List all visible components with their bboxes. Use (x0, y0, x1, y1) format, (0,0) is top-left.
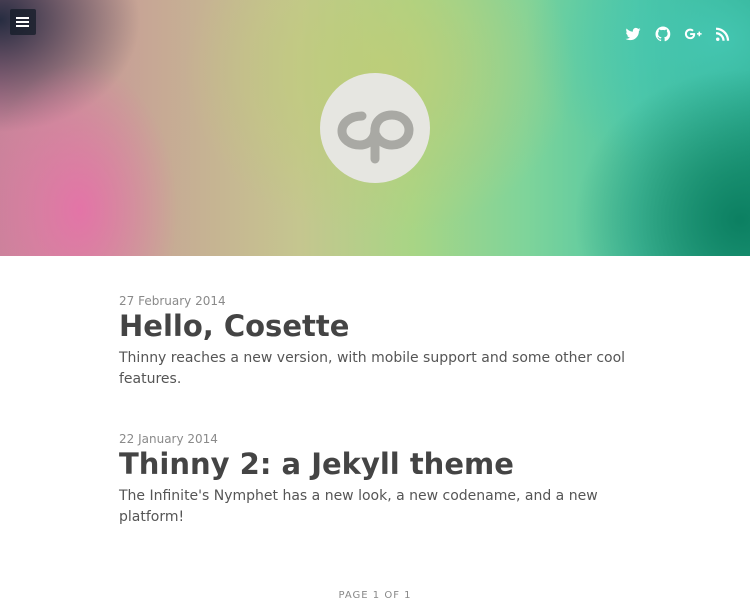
post-title-link[interactable]: Hello, Cosette (119, 308, 639, 344)
post-excerpt: The Infinite's Nymphet has a new look, a… (119, 488, 598, 525)
post-title-link[interactable]: Thinny 2: a Jekyll theme (119, 446, 639, 482)
post-excerpt: Thinny reaches a new version, with mobil… (119, 350, 626, 387)
post-item: 22 January 2014 Thinny 2: a Jekyll theme… (119, 432, 639, 528)
github-icon[interactable] (654, 25, 672, 43)
rss-icon[interactable] (714, 25, 732, 43)
menu-bar (16, 21, 29, 23)
menu-bar (16, 17, 29, 19)
social-links (624, 25, 732, 43)
twitter-icon[interactable] (624, 25, 642, 43)
menu-bar (16, 25, 29, 27)
header-banner (0, 0, 750, 256)
google-plus-icon[interactable] (684, 25, 702, 43)
cp-logo-icon[interactable] (320, 73, 430, 183)
pagination-label: PAGE 1 OF 1 (338, 590, 412, 601)
hamburger-menu-icon[interactable] (10, 9, 36, 35)
post-date: 27 February 2014 (119, 294, 226, 308)
post-date: 22 January 2014 (119, 432, 218, 446)
post-item: 27 February 2014 Hello, Cosette Thinny r… (119, 294, 639, 390)
